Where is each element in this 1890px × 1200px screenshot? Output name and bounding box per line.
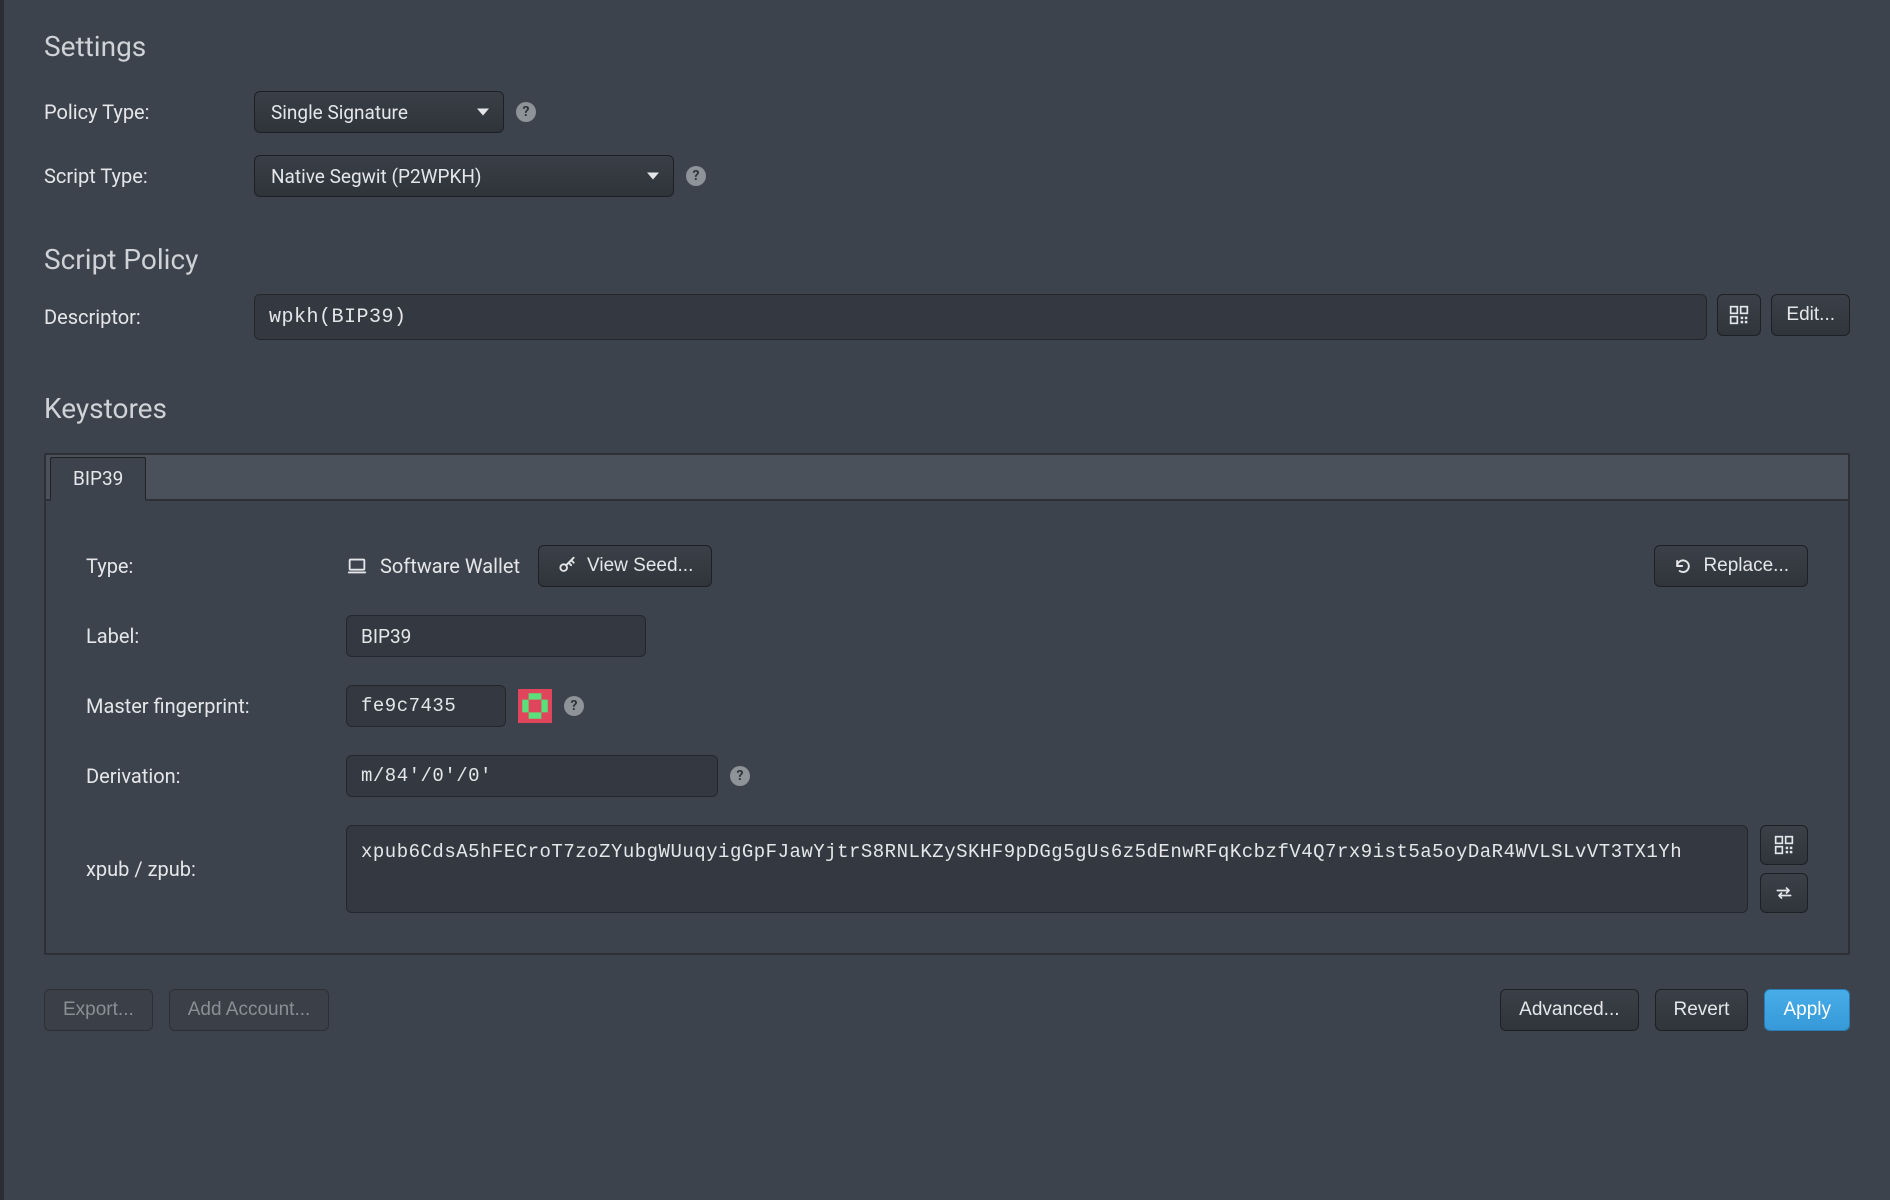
keystore-frame: BIP39 Type: Software Wallet [44,453,1850,955]
replace-label: Replace... [1703,555,1789,577]
apply-label: Apply [1783,999,1831,1021]
script-policy-heading: Script Policy [44,243,1850,276]
derivation-input[interactable] [346,755,718,797]
tab-bip39[interactable]: BIP39 [50,457,146,501]
advanced-button[interactable]: Advanced... [1500,989,1638,1031]
qr-button[interactable] [1717,294,1761,336]
xpub-qr-button[interactable] [1760,825,1808,865]
policy-type-label: Policy Type: [44,100,254,124]
laptop-icon [346,555,368,577]
add-account-button[interactable]: Add Account... [169,989,330,1031]
tab-label: BIP39 [73,467,123,490]
label-label: Label: [86,624,346,648]
export-label: Export... [63,999,134,1021]
derivation-label: Derivation: [86,764,346,788]
xpub-label: xpub / zpub: [86,857,346,881]
fingerprint-input[interactable] [346,685,506,727]
export-button[interactable]: Export... [44,989,153,1031]
script-type-label: Script Type: [44,164,254,188]
replace-button[interactable]: Replace... [1654,545,1808,587]
revert-button[interactable]: Revert [1655,989,1749,1031]
key-icon [557,556,577,576]
type-value: Software Wallet [380,554,520,578]
help-icon[interactable]: ? [516,102,536,122]
keystores-heading: Keystores [44,392,1850,425]
revert-label: Revert [1674,999,1730,1021]
swap-icon [1774,883,1794,903]
xpub-convert-button[interactable] [1760,873,1808,913]
policy-type-value: Single Signature [271,101,408,124]
settings-heading: Settings [44,30,1850,63]
policy-type-select[interactable]: Single Signature [254,91,504,133]
fingerprint-label: Master fingerprint: [86,694,346,718]
add-account-label: Add Account... [188,999,311,1021]
chevron-down-icon [477,109,489,116]
help-icon[interactable]: ? [686,166,706,186]
label-input[interactable] [346,615,646,657]
apply-button[interactable]: Apply [1764,989,1850,1031]
tab-strip: BIP39 [46,455,1848,501]
identicon-icon [518,689,552,723]
help-icon[interactable]: ? [730,766,750,786]
edit-label: Edit... [1786,304,1835,326]
descriptor-input[interactable]: wpkh(BIP39) [254,294,1707,340]
undo-icon [1673,556,1693,576]
qr-icon [1729,305,1749,325]
chevron-down-icon [647,173,659,180]
view-seed-label: View Seed... [587,555,693,577]
descriptor-value: wpkh(BIP39) [269,306,407,329]
descriptor-label: Descriptor: [44,305,254,329]
xpub-input[interactable] [346,825,1748,913]
script-type-value: Native Segwit (P2WPKH) [271,165,482,188]
type-label: Type: [86,554,346,578]
view-seed-button[interactable]: View Seed... [538,545,712,587]
help-icon[interactable]: ? [564,696,584,716]
edit-descriptor-button[interactable]: Edit... [1771,294,1850,336]
qr-icon [1774,835,1794,855]
script-type-select[interactable]: Native Segwit (P2WPKH) [254,155,674,197]
advanced-label: Advanced... [1519,999,1619,1021]
